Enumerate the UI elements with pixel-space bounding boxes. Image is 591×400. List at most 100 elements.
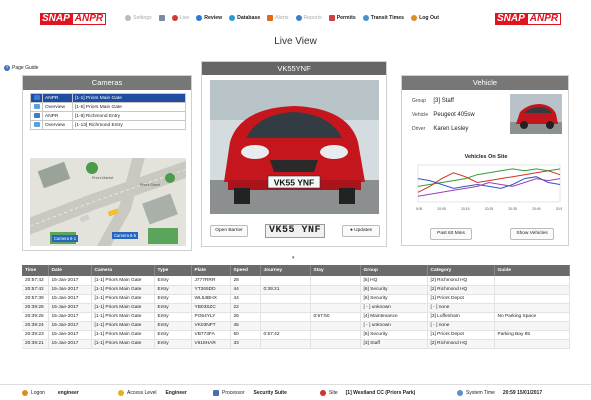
table-cell: [1-1] Priors Main Gate	[91, 330, 155, 340]
table-cell	[310, 303, 361, 313]
nav-reports[interactable]: Reports	[295, 15, 322, 21]
site-icon	[320, 389, 326, 396]
map-camera-label[interactable]: Camera 6-1	[52, 235, 79, 242]
cameras-panel: Cameras ANPR [1-1] Priors Main Gate Over…	[22, 75, 192, 251]
nav-transit-times[interactable]: Transit Times	[362, 15, 405, 21]
table-cell: Entry	[154, 294, 192, 304]
table-cell: Parking Bay 65	[494, 330, 570, 340]
nav-logout[interactable]: Log Out	[411, 15, 439, 21]
table-cell: [ - ] unknown	[360, 303, 428, 313]
table-cell: 45	[230, 321, 261, 331]
table-row[interactable]: 20:39:23 15-Jan-2017 [1-1] Priors Main Gat…	[22, 330, 570, 340]
nav-database[interactable]: Database	[229, 15, 260, 21]
camera-icon	[30, 102, 43, 112]
table-row[interactable]: 20:39:25 15-Jan-2017 [1-1] Priors Main Gat…	[22, 312, 570, 322]
time-value: 20:59 15/01/2017	[502, 389, 543, 396]
nav-alerts[interactable]: Alerts	[267, 15, 289, 21]
permit-icon	[328, 15, 335, 21]
page-guide-label: Page Guide	[12, 65, 39, 71]
camera-row[interactable]: ANPR [1-8] Richmond Entry	[30, 111, 186, 121]
table-cell: 15-Jan-2017	[48, 330, 92, 340]
table-cell: 44	[230, 294, 261, 304]
column-header[interactable]: Plate	[191, 265, 231, 276]
nav-live[interactable]: Live	[171, 15, 189, 21]
camera-row[interactable]: ANPR [1-1] Priors Main Gate	[30, 93, 186, 103]
table-cell: [1-1] Priors Main Gate	[91, 276, 155, 286]
show-vehicles-button[interactable]: Show Vehicles	[510, 228, 554, 240]
table-cell: 15-Jan-2017	[48, 285, 92, 295]
table-row[interactable]: 20:39:24 15-Jan-2017 [1-1] Priors Main Gat…	[22, 321, 570, 331]
camera-icon	[30, 120, 43, 130]
nav-review[interactable]: Review	[196, 15, 222, 21]
table-cell: [1-1] Priors Main Gate	[91, 294, 155, 304]
chart-x-tick-label: 20:05	[437, 207, 446, 211]
table-row[interactable]: 20:39:21 15-Jan-2017 [1-1] Priors Main Gat…	[22, 339, 570, 349]
table-cell: 50	[230, 330, 261, 340]
table-cell: [3] Luffenham	[427, 312, 495, 322]
column-header[interactable]: Camera	[91, 265, 155, 276]
page-title: Live View	[274, 36, 317, 47]
camera-type: ANPR	[42, 93, 73, 103]
car-icon	[171, 15, 178, 21]
column-header[interactable]: Date	[48, 265, 92, 276]
table-cell: [ - ] none	[427, 321, 495, 331]
nav-settings[interactable]: Settings	[125, 15, 152, 21]
table-cell: Entry	[154, 321, 192, 331]
chart-x-tick-label: 20:45	[532, 207, 541, 211]
brand-logo: SNAP ANPR	[40, 13, 107, 25]
group-value: [3] Staff	[433, 98, 454, 104]
vehicles-on-site-title: Vehicles On Site	[464, 154, 508, 160]
column-header[interactable]: Speed	[230, 265, 261, 276]
nav-tools[interactable]	[158, 15, 165, 21]
column-header[interactable]: Time	[22, 265, 49, 276]
page-guide-link[interactable]: ? Page Guide	[4, 65, 38, 71]
nav-permits[interactable]: Permits	[328, 15, 356, 21]
chart-x-tick-label: 20:35	[508, 207, 517, 211]
table-row[interactable]: 20:57:42 15-Jan-2017 [1-1] Priors Main Gat…	[22, 285, 570, 295]
table-cell: 0:57:50	[310, 312, 361, 322]
table-cell: 22	[230, 303, 261, 313]
map-camera-label[interactable]: Camera 6-5	[112, 232, 139, 239]
table-cell: 20:57:42	[22, 276, 49, 286]
table-cell	[260, 321, 311, 331]
camera-type: ANPR	[42, 111, 73, 121]
table-cell: PO54YLY	[191, 312, 231, 322]
nav-transit-times-label: Transit Times	[370, 15, 405, 21]
column-header[interactable]: Journey	[260, 265, 311, 276]
camera-row[interactable]: Overview [1-13] Richmond Entry	[30, 120, 186, 130]
table-cell: [6] Security	[360, 330, 428, 340]
access-value: Engineer	[165, 389, 187, 396]
database-icon	[229, 15, 236, 21]
nav-alerts-label: Alerts	[275, 15, 289, 21]
expand-arrow-icon[interactable]: ▾	[292, 255, 295, 261]
driver-value: Karen Lesley	[433, 126, 469, 132]
camera-name: [1-5] Priors Main Gate	[72, 102, 186, 112]
reads-table: Time Date Camera Type Plate Speed Journey Stay G…	[22, 265, 570, 349]
table-row[interactable]: 20:57:39 15-Jan-2017 [1-1] Priors Main Gat…	[22, 294, 570, 304]
table-cell: YT265DD	[191, 285, 231, 295]
column-header[interactable]: Group	[360, 265, 428, 276]
nav-logout-label: Log Out	[419, 15, 439, 21]
table-body: 20:57:42 15-Jan-2017 [1-1] Priors Main Gat…	[22, 276, 570, 349]
vehicle-title: Vehicle	[402, 76, 568, 90]
table-row[interactable]: 20:39:28 15-Jan-2017 [1-1] Priors Main Gat…	[22, 303, 570, 313]
column-header[interactable]: Type	[154, 265, 192, 276]
table-cell: 15-Jan-2017	[48, 321, 92, 331]
camera-list: ANPR [1-1] Priors Main Gate Overview [1-…	[30, 93, 186, 130]
status-processor: Processor Security Suite	[213, 389, 287, 396]
table-cell: Entry	[154, 312, 192, 322]
nav-reports-label: Reports	[303, 15, 322, 21]
column-header[interactable]: Stay	[310, 265, 361, 276]
column-header[interactable]: Category	[427, 265, 495, 276]
open-barrier-button[interactable]: Open Barrier	[210, 225, 248, 237]
camera-icon	[30, 93, 43, 103]
updates-button[interactable]: ● Updates	[342, 225, 380, 237]
site-map[interactable]: Priors Market Priors Street Camera 6-1 C…	[30, 158, 186, 246]
table-row[interactable]: 20:57:42 15-Jan-2017 [1-1] Priors Main Gat…	[22, 276, 570, 286]
column-header[interactable]: Guide	[494, 265, 570, 276]
past-60-mins-button[interactable]: Past 60 Mins	[430, 228, 472, 240]
car-image: VK55 YNF	[210, 80, 379, 214]
camera-row[interactable]: Overview [1-5] Priors Main Gate	[30, 102, 186, 112]
driver-label: Driver	[412, 126, 426, 132]
table-cell: [3] Staff	[360, 339, 428, 349]
